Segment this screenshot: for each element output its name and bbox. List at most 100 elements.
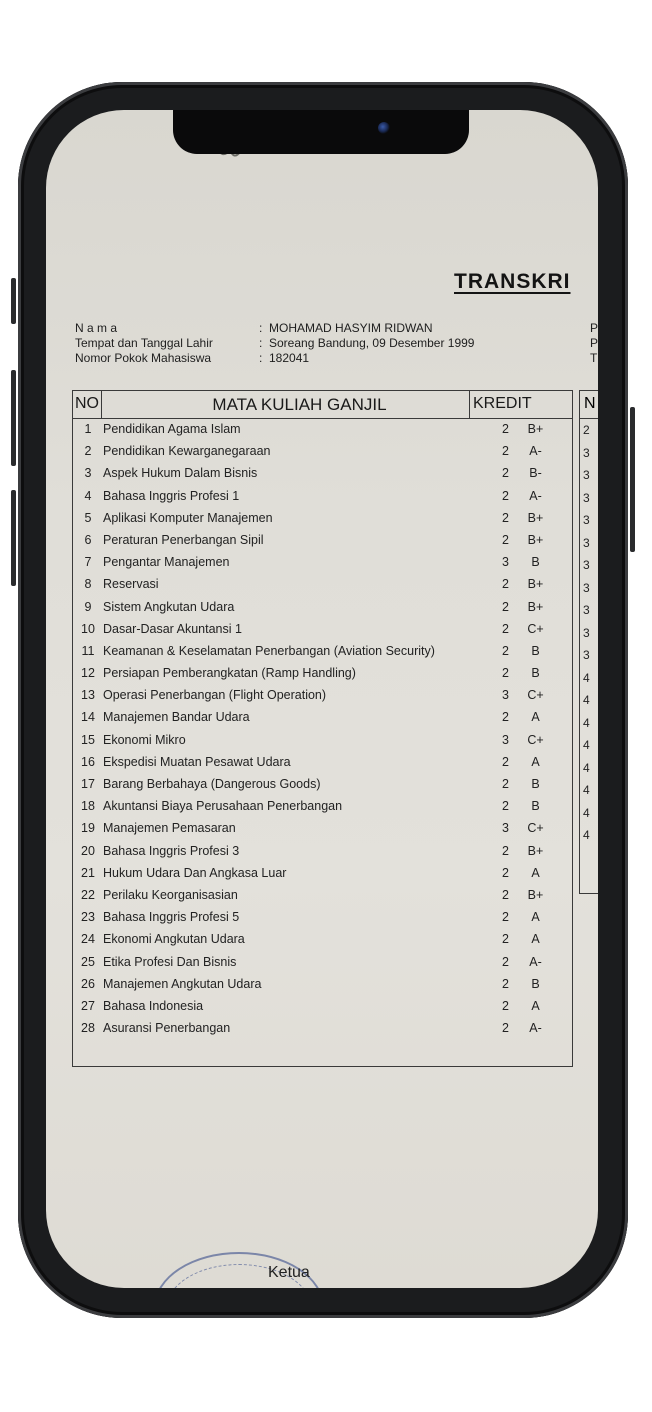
table-row: 10 Dasar-Dasar Akuntansi 1 2 C+ (73, 622, 572, 637)
cell-course: Peraturan Penerbangan Sipil (103, 532, 264, 547)
cell-no: 19 (81, 821, 95, 836)
cell-no: 15 (81, 732, 95, 747)
cell-credit: 2 (502, 865, 509, 880)
cell-grade: B (531, 777, 540, 791)
cell-grade: A (531, 932, 540, 947)
info-label: Nomor Pokok Mahasiswa (75, 351, 212, 365)
cell-credit: 3 (502, 688, 509, 703)
notch (173, 110, 469, 154)
cell-grade: A- (529, 954, 542, 969)
right-info-fragment: P P T (590, 321, 598, 365)
cell-no: 23 (81, 910, 95, 925)
cell-no: 4 (84, 488, 92, 503)
cell-credit: 2 (502, 599, 509, 614)
cell-course: Bahasa Indonesia (103, 998, 204, 1013)
cell-no: 21 (81, 865, 95, 880)
table-row: 15 Ekonomi Mikro 3 C+ (73, 733, 572, 748)
volume-down-button[interactable] (11, 490, 16, 586)
cell-grade: A- (529, 488, 542, 503)
table2-cell: 4 (583, 738, 590, 752)
cell-grade: A (531, 910, 540, 925)
cell-no: 27 (81, 998, 95, 1013)
cell-no: 14 (81, 710, 95, 725)
cell-no: 26 (81, 976, 95, 991)
cell-grade: C+ (527, 821, 544, 836)
document-title: TRANSKRI (454, 270, 571, 293)
second-table-fragment: N 2 3 3 3 3 3 3 3 3 3 3 4 4 4 4 4 4 4 4 (579, 390, 598, 894)
cell-grade: B (531, 799, 540, 814)
table-row: 7 Pengantar Manajemen 3 B (73, 555, 572, 570)
cell-credit: 2 (502, 932, 509, 947)
table-row: 1 Pendidikan Agama Islam 2 B+ (73, 422, 572, 437)
cell-no: 16 (81, 754, 95, 769)
course-table: NO MATA KULIAH GANJIL KREDIT 1 Pendidikan… (72, 390, 573, 1067)
info-value: MOHAMAD HASYIM RIDWAN (269, 321, 433, 335)
cell-grade: B+ (527, 599, 544, 614)
cell-credit: 2 (502, 666, 509, 681)
table2-cell: 3 (583, 468, 590, 482)
cell-no: 13 (81, 688, 95, 703)
cell-course: Pendidikan Agama Islam (103, 422, 241, 436)
cell-no: 18 (81, 799, 95, 814)
cell-course: Bahasa Inggris Profesi 1 (103, 488, 240, 503)
cell-course: Reservasi (103, 577, 159, 592)
cell-course: Aplikasi Komputer Manajemen (103, 510, 273, 525)
cell-course: Barang Berbahaya (Dangerous Goods) (103, 777, 321, 791)
cell-credit: 2 (502, 488, 509, 503)
cell-course: Ekspedisi Muatan Pesawat Udara (103, 754, 291, 769)
table2-cell: 3 (583, 490, 590, 505)
table2-cell: 3 (583, 603, 590, 617)
cell-course: Bahasa Inggris Profesi 3 (103, 843, 240, 858)
cell-grade: B- (529, 466, 542, 481)
table2-cell: 4 (583, 693, 590, 707)
cell-course: Persiapan Pemberangkatan (Ramp Handling) (103, 666, 356, 681)
cell-credit: 2 (502, 887, 509, 902)
cell-credit: 3 (502, 732, 509, 747)
table2-cell: 4 (583, 783, 590, 797)
info-row-name: N a m a : MOHAMAD HASYIM RIDWAN (75, 321, 433, 335)
cell-grade: B+ (527, 510, 544, 525)
cell-grade: B (531, 976, 540, 991)
table-row: 13 Operasi Penerbangan (Flight Operation)… (73, 688, 572, 703)
volume-up-button[interactable] (11, 370, 16, 466)
cell-grade: B+ (527, 577, 544, 592)
cell-course: Keamanan & Keselamatan Penerbangan (Avia… (103, 643, 435, 658)
cell-no: 2 (84, 444, 92, 459)
table2-cell: 3 (583, 558, 590, 572)
cell-grade: C+ (527, 732, 544, 747)
cell-no: 25 (81, 954, 95, 969)
cell-grade: A- (529, 444, 542, 459)
table-row: 14 Manajemen Bandar Udara 2 A (73, 710, 572, 725)
info-value: 182041 (269, 351, 310, 365)
table2-cell: 3 (583, 513, 590, 527)
silent-switch (11, 278, 16, 324)
table2-cell: 2 (583, 423, 590, 437)
header-no: NO (75, 395, 99, 412)
cell-grade: B+ (527, 887, 544, 902)
table2-cell: 3 (583, 535, 590, 550)
cell-no: 12 (81, 666, 95, 681)
cell-course: Asuransi Penerbangan (103, 1021, 231, 1036)
transcript-document: TRANSKRI N a m a : MOHAMAD HASYIM RIDWAN… (46, 110, 598, 1288)
header-credit: KREDIT (473, 395, 532, 412)
cell-no: 8 (84, 577, 92, 592)
table-row: 8 Reservasi 2 B+ (73, 577, 572, 592)
table2-cell: 4 (583, 715, 590, 730)
cell-course: Ekonomi Angkutan Udara (103, 932, 245, 947)
cell-credit: 2 (502, 444, 509, 459)
cell-credit: 2 (502, 510, 509, 525)
table-row: 9 Sistem Angkutan Udara 2 B+ (73, 600, 572, 615)
info-value: Soreang Bandung, 09 Desember 1999 (269, 336, 475, 350)
cell-no: 24 (81, 932, 95, 947)
table2-header: N (580, 391, 598, 419)
table-row: 23 Bahasa Inggris Profesi 5 2 A (73, 910, 572, 925)
table-row: 20 Bahasa Inggris Profesi 3 2 B+ (73, 844, 572, 859)
cell-no: 11 (81, 643, 95, 658)
cell-grade: A (531, 710, 540, 725)
table-row: 4 Bahasa Inggris Profesi 1 2 A- (73, 489, 572, 504)
cell-grade: B (531, 555, 540, 570)
power-button[interactable] (630, 407, 635, 552)
cell-credit: 2 (502, 954, 509, 969)
cell-course: Hukum Udara Dan Angkasa Luar (103, 865, 287, 880)
cell-no: 20 (81, 843, 95, 858)
